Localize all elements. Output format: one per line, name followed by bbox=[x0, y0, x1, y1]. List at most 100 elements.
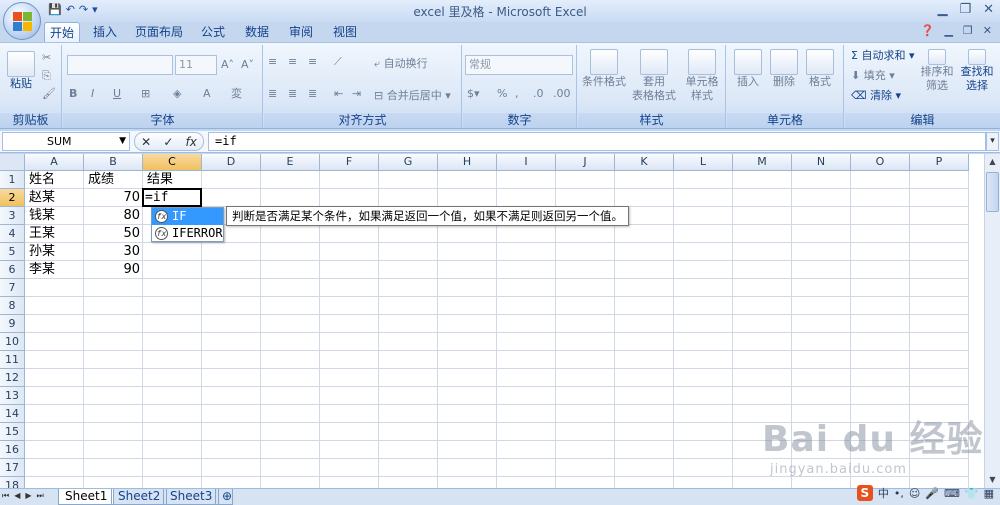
expand-formula-bar-icon[interactable]: ▾ bbox=[986, 132, 999, 151]
select-all-corner[interactable] bbox=[0, 154, 25, 171]
column-header-k[interactable]: K bbox=[615, 154, 674, 171]
column-header-l[interactable]: L bbox=[674, 154, 733, 171]
row-header-13[interactable]: 13 bbox=[0, 387, 25, 405]
column-header-g[interactable]: G bbox=[379, 154, 438, 171]
name-box[interactable]: SUM ▼ bbox=[2, 132, 130, 151]
cell-styles-button[interactable]: 单元格 样式 bbox=[680, 49, 724, 103]
row-header-11[interactable]: 11 bbox=[0, 351, 25, 369]
chevron-down-icon[interactable]: ▼ bbox=[119, 133, 126, 150]
format-as-table-button[interactable]: 套用 表格格式 bbox=[630, 49, 678, 103]
row-header-9[interactable]: 9 bbox=[0, 315, 25, 333]
underline-button[interactable]: U bbox=[113, 87, 121, 101]
tab-insert[interactable]: 插入 bbox=[86, 22, 124, 42]
cell-a6[interactable]: 李某 bbox=[29, 261, 55, 278]
paste-button[interactable]: 粘贴 bbox=[6, 51, 36, 91]
tab-review[interactable]: 审阅 bbox=[282, 22, 320, 42]
clear-button[interactable]: ⌫ 清除 ▾ bbox=[851, 89, 901, 103]
minimize-icon[interactable]: ▁ bbox=[937, 2, 947, 17]
column-header-n[interactable]: N bbox=[792, 154, 851, 171]
row-header-17[interactable]: 17 bbox=[0, 459, 25, 477]
column-header-d[interactable]: D bbox=[202, 154, 261, 171]
align-top-icon[interactable]: ≡ bbox=[268, 55, 277, 69]
column-header-o[interactable]: O bbox=[851, 154, 910, 171]
ime-lang[interactable]: 中 bbox=[878, 485, 889, 501]
row-header-2[interactable]: 2 bbox=[0, 189, 25, 207]
scroll-thumb[interactable] bbox=[986, 172, 999, 212]
cell-a1[interactable]: 姓名 bbox=[29, 171, 55, 188]
column-header-m[interactable]: M bbox=[733, 154, 792, 171]
align-center-icon[interactable]: ≣ bbox=[288, 87, 297, 101]
cell-b6[interactable]: 90 bbox=[84, 261, 140, 278]
row-header-14[interactable]: 14 bbox=[0, 405, 25, 423]
save-icon[interactable]: 💾 bbox=[48, 3, 62, 16]
prev-sheet-icon[interactable]: ◀ bbox=[14, 491, 20, 501]
format-cells-button[interactable]: 格式 bbox=[803, 49, 837, 89]
cell-a3[interactable]: 钱某 bbox=[29, 207, 55, 224]
grow-font-icon[interactable]: A˄ bbox=[221, 58, 234, 72]
orientation-icon[interactable]: ⟋ bbox=[334, 55, 342, 69]
keyboard-icon[interactable]: ⌨ bbox=[944, 487, 960, 500]
customize-qat-icon[interactable]: ▾ bbox=[92, 3, 98, 16]
font-name-select[interactable] bbox=[67, 55, 173, 75]
restore-icon[interactable]: ❐ bbox=[959, 2, 971, 17]
skin-icon[interactable]: 👕 bbox=[965, 487, 979, 500]
column-header-b[interactable]: B bbox=[84, 154, 143, 171]
column-header-e[interactable]: E bbox=[261, 154, 320, 171]
emoji-icon[interactable]: ☺ bbox=[909, 487, 920, 500]
autocomplete-item-if[interactable]: fx IF bbox=[152, 208, 223, 225]
increase-decimal-icon[interactable]: .0 bbox=[533, 87, 544, 101]
cell-b3[interactable]: 80 bbox=[84, 207, 140, 224]
tab-home[interactable]: 开始 bbox=[44, 22, 80, 42]
tab-formulas[interactable]: 公式 bbox=[194, 22, 232, 42]
font-size-select[interactable]: 11 bbox=[175, 55, 217, 75]
align-middle-icon[interactable]: ≡ bbox=[288, 55, 297, 69]
fill-button[interactable]: ⬇ 填充 ▾ bbox=[851, 69, 895, 83]
comma-icon[interactable]: , bbox=[515, 87, 519, 101]
ribbon-restore-icon[interactable]: ❐ bbox=[963, 24, 973, 37]
sheet-tab-3[interactable]: Sheet3 bbox=[163, 489, 220, 505]
italic-button[interactable]: I bbox=[91, 87, 94, 101]
row-header-4[interactable]: 4 bbox=[0, 225, 25, 243]
cell-c2[interactable]: =if bbox=[145, 189, 168, 206]
merge-center-button[interactable]: ⊟ 合并后居中 ▾ bbox=[374, 89, 451, 103]
border-icon[interactable]: ⊞ bbox=[141, 87, 150, 101]
copy-icon[interactable]: ⎘ bbox=[42, 69, 51, 83]
toolbox-icon[interactable]: ▦ bbox=[984, 487, 994, 500]
formula-input[interactable]: =if bbox=[208, 132, 986, 151]
fill-color-icon[interactable]: ◈ bbox=[173, 87, 181, 101]
cell-b1[interactable]: 成绩 bbox=[88, 171, 114, 188]
insert-function-icon[interactable]: fx bbox=[186, 135, 197, 149]
sheet-tab-1[interactable]: Sheet1 bbox=[58, 489, 115, 505]
office-button[interactable] bbox=[3, 2, 41, 40]
cell-c1[interactable]: 结果 bbox=[147, 171, 173, 188]
decrease-decimal-icon[interactable]: .00 bbox=[553, 87, 571, 101]
percent-icon[interactable]: % bbox=[497, 87, 507, 101]
phonetic-icon[interactable]: 変 bbox=[231, 87, 242, 101]
sheet-tab-2[interactable]: Sheet2 bbox=[111, 489, 168, 505]
last-sheet-icon[interactable]: ⏭ bbox=[37, 491, 44, 501]
format-painter-icon[interactable]: 🖌 bbox=[42, 87, 56, 101]
insert-cells-button[interactable]: 插入 bbox=[731, 49, 765, 89]
column-header-i[interactable]: I bbox=[497, 154, 556, 171]
microphone-icon[interactable]: 🎤 bbox=[925, 487, 939, 500]
cancel-icon[interactable]: ✕ bbox=[141, 135, 151, 149]
enter-icon[interactable]: ✓ bbox=[163, 135, 173, 149]
row-header-6[interactable]: 6 bbox=[0, 261, 25, 279]
tab-view[interactable]: 视图 bbox=[326, 22, 364, 42]
ribbon-minimize-icon[interactable]: ▁ bbox=[944, 24, 952, 37]
delete-cells-button[interactable]: 删除 bbox=[767, 49, 801, 89]
cell-a5[interactable]: 孙某 bbox=[29, 243, 55, 260]
scroll-up-icon[interactable]: ▲ bbox=[986, 155, 999, 169]
wrap-text-button[interactable]: ⤶ 自动换行 bbox=[374, 57, 428, 71]
column-header-j[interactable]: J bbox=[556, 154, 615, 171]
font-color-icon[interactable]: A bbox=[203, 87, 211, 101]
insert-sheet-icon[interactable]: ⊕ bbox=[215, 489, 233, 505]
help-icon[interactable]: ❓ bbox=[921, 24, 935, 37]
next-sheet-icon[interactable]: ▶ bbox=[25, 491, 31, 501]
shrink-font-icon[interactable]: A˅ bbox=[241, 58, 254, 72]
autosum-button[interactable]: Σ 自动求和 ▾ bbox=[851, 49, 914, 63]
align-bottom-icon[interactable]: ≡ bbox=[308, 55, 317, 69]
tab-page-layout[interactable]: 页面布局 bbox=[130, 22, 188, 42]
punctuation-icon[interactable]: •, bbox=[894, 487, 904, 500]
sort-filter-button[interactable]: 排序和 筛选 bbox=[919, 49, 955, 93]
